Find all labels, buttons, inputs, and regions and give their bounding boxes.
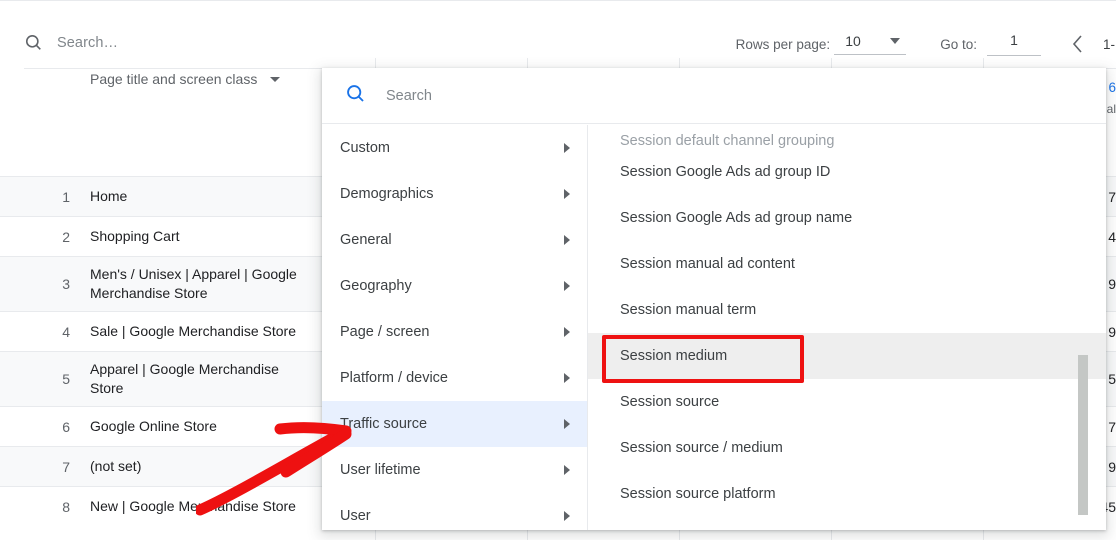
category-item-custom[interactable]: Custom	[322, 125, 588, 171]
table-toolbar: Search… Rows per page: 10 Go to: 1 1-10	[0, 11, 1116, 57]
category-item-platform-device[interactable]: Platform / device	[322, 355, 588, 401]
row-metric: 4	[1108, 229, 1116, 245]
dimension-list-scrollbar[interactable]	[1078, 355, 1088, 515]
row-index: 1	[44, 189, 70, 205]
dimension-item-session-medium[interactable]: Session medium	[588, 333, 1106, 379]
search-field[interactable]: Search…	[24, 33, 118, 52]
dimension-item-session-source-platform[interactable]: Session source platform	[588, 471, 1106, 517]
chevron-right-icon	[564, 419, 570, 429]
row-index: 5	[44, 371, 70, 387]
goto-input[interactable]: 1	[987, 32, 1041, 56]
category-label: User	[340, 508, 371, 524]
category-label: Geography	[340, 278, 412, 294]
category-label: General	[340, 232, 392, 248]
dimension-item-session-google-ads-ad-group-id[interactable]: Session Google Ads ad group ID	[588, 149, 1106, 195]
row-metric: 9	[1108, 324, 1116, 340]
dimension-label: Session source / medium	[620, 440, 783, 456]
category-item-user-lifetime[interactable]: User lifetime	[322, 447, 588, 493]
page-range-label: 1-10	[1103, 37, 1116, 52]
rows-per-page-value: 10	[845, 33, 864, 49]
dimension-list: Session default channel grouping Session…	[588, 125, 1106, 530]
metric-total-value: 6	[1108, 80, 1116, 95]
chevron-right-icon	[564, 373, 570, 383]
chevron-right-icon	[564, 235, 570, 245]
previous-page-button[interactable]	[1067, 33, 1089, 55]
dimension-label: Session manual term	[620, 302, 756, 318]
dimension-item-session-source-medium[interactable]: Session source / medium	[588, 425, 1106, 471]
dimension-label: Session Google Ads ad group ID	[620, 164, 830, 180]
dimension-item-session-manual-term[interactable]: Session manual term	[588, 287, 1106, 333]
metric-total-label: al	[1107, 102, 1116, 116]
dimension-label: Session source	[620, 394, 719, 410]
dimension-item-session-source[interactable]: Session source	[588, 379, 1106, 425]
rows-per-page-label: Rows per page:	[736, 37, 831, 52]
row-metric: 9	[1108, 459, 1116, 475]
row-index: 3	[44, 276, 70, 292]
dimension-label: Session medium	[620, 348, 727, 364]
dimension-picker-panel: Search Custom Demographics General Geo	[322, 68, 1106, 530]
category-item-geography[interactable]: Geography	[322, 263, 588, 309]
app-root: Search… Rows per page: 10 Go to: 1 1-10	[0, 0, 1116, 540]
panel-search-input[interactable]: Search	[386, 88, 432, 104]
category-label: Page / screen	[340, 324, 429, 340]
category-item-traffic-source[interactable]: Traffic source	[322, 401, 588, 447]
category-menu: Custom Demographics General Geography Pa…	[322, 125, 588, 530]
row-metric: 9	[1108, 276, 1116, 292]
dimension-item-session-default-channel-grouping[interactable]: Session default channel grouping	[588, 125, 1106, 149]
search-input[interactable]: Search…	[57, 35, 118, 51]
dimension-selector-button[interactable]: Page title and screen class	[90, 71, 280, 87]
row-metric: 7	[1108, 189, 1116, 205]
dimension-label: Session Google Ads ad group name	[620, 210, 852, 226]
category-item-demographics[interactable]: Demographics	[322, 171, 588, 217]
chevron-right-icon	[564, 281, 570, 291]
category-item-page-screen[interactable]: Page / screen	[322, 309, 588, 355]
chevron-down-icon	[270, 77, 280, 82]
row-index: 2	[44, 229, 70, 245]
dimension-label: Session manual ad content	[620, 256, 795, 272]
row-index: 8	[44, 499, 70, 515]
pagination-controls: Rows per page: 10 Go to: 1 1-10	[736, 32, 1116, 56]
row-metric: 7	[1108, 419, 1116, 435]
dimension-label: Session default channel grouping	[620, 133, 834, 149]
search-icon	[345, 83, 366, 109]
chevron-right-icon	[564, 143, 570, 153]
category-item-general[interactable]: General	[322, 217, 588, 263]
row-index: 6	[44, 419, 70, 435]
chevron-down-icon	[890, 38, 900, 44]
rows-per-page-select[interactable]: 10	[834, 33, 906, 55]
dimension-label: Session source platform	[620, 486, 776, 502]
chevron-right-icon	[564, 327, 570, 337]
top-divider	[0, 0, 1116, 1]
category-label: Platform / device	[340, 370, 448, 386]
goto-label: Go to:	[940, 37, 977, 52]
dimension-item-session-manual-ad-content[interactable]: Session manual ad content	[588, 241, 1106, 287]
row-metric: 5	[1108, 371, 1116, 387]
row-index: 4	[44, 324, 70, 340]
goto-value: 1	[1010, 32, 1018, 48]
dimension-header-label: Page title and screen class	[90, 71, 257, 87]
category-label: Custom	[340, 140, 390, 156]
panel-search-field[interactable]: Search	[322, 68, 1106, 124]
category-item-user[interactable]: User	[322, 493, 588, 530]
chevron-right-icon	[564, 465, 570, 475]
dimension-item-session-google-ads-ad-group-name[interactable]: Session Google Ads ad group name	[588, 195, 1106, 241]
category-label: Demographics	[340, 186, 434, 202]
chevron-right-icon	[564, 189, 570, 199]
row-index: 7	[44, 459, 70, 475]
chevron-right-icon	[564, 511, 570, 521]
panel-body: Custom Demographics General Geography Pa…	[322, 125, 1106, 530]
search-icon	[24, 33, 43, 52]
category-label: Traffic source	[340, 416, 427, 432]
category-label: User lifetime	[340, 462, 421, 478]
